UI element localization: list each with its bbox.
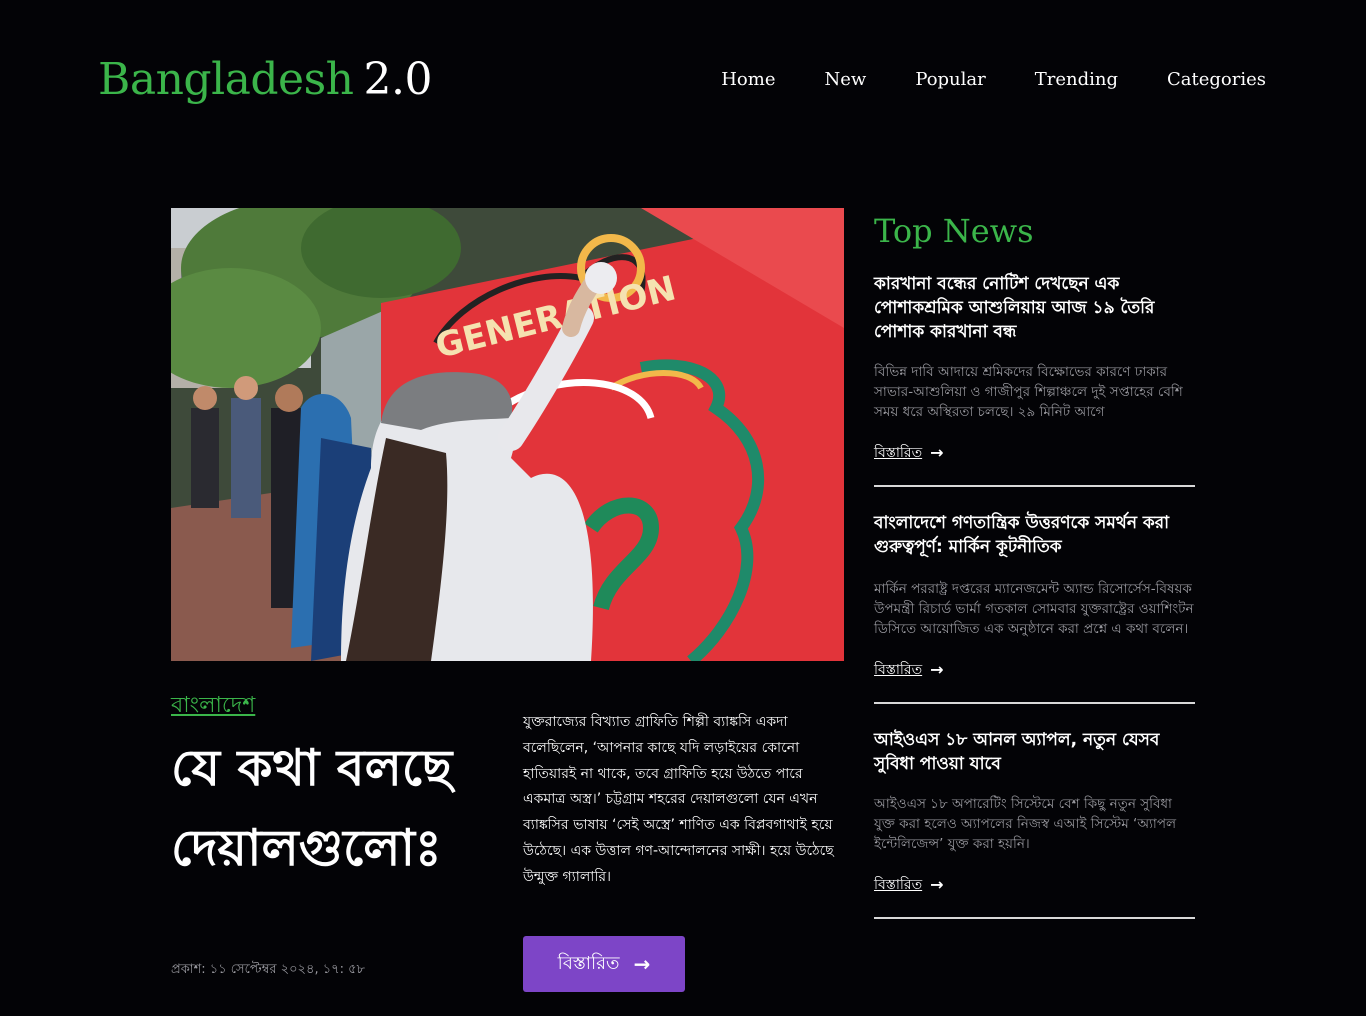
top-news-item-read-more[interactable]: বিস্তারিত → (874, 443, 944, 463)
site-header: Bangladesh 2.0 Home New Popular Trending … (0, 0, 1366, 160)
top-news-item-summary: আইওএস ১৮ অপারেটিং সিস্টেমে বেশ কিছু নতুন… (874, 796, 1177, 852)
nav-new[interactable]: New (825, 66, 867, 94)
top-news-item: আইওএস ১৮ আনল অ্যাপল, নতুন যেসব সুবিধা পা… (874, 728, 1195, 919)
arrow-right-icon: → (930, 660, 944, 679)
featured-headline[interactable]: যে কথা বলছে দেয়ালগুলোঃ (171, 728, 516, 888)
main-nav: Home New Popular Trending Categories (672, 66, 1266, 94)
read-more-label: বিস্তারিত (874, 662, 923, 678)
featured-read-more-label: বিস্তারিত (557, 952, 620, 974)
top-news-item-read-more[interactable]: বিস্তারিত → (874, 660, 944, 680)
arrow-right-icon: → (930, 443, 944, 462)
featured-category-link[interactable]: বাংলাদেশ (171, 690, 255, 722)
nav-trending[interactable]: Trending (1035, 66, 1118, 94)
arrow-right-icon: → (633, 952, 651, 976)
site-logo[interactable]: Bangladesh 2.0 (98, 52, 432, 108)
featured-excerpt: যুক্তরাজ্যের বিখ্যাত গ্রাফিতি শিল্পী ব্য… (523, 714, 834, 885)
featured-image[interactable]: GENERATION (171, 208, 844, 661)
top-news-item: কারখানা বন্ধের নোটিশ দেখছেন এক পোশাকশ্রম… (874, 272, 1195, 487)
featured-image-graphic: GENERATION (171, 208, 844, 661)
logo-secondary: 2.0 (363, 54, 433, 105)
nav-popular[interactable]: Popular (915, 66, 985, 94)
logo-primary: Bangladesh (98, 54, 354, 105)
top-news-item-title[interactable]: বাংলাদেশে গণতান্ত্রিক উত্তরণকে সমর্থন কর… (874, 511, 1195, 559)
arrow-right-icon: → (930, 875, 944, 894)
top-news-sidebar: Top News কারখানা বন্ধের নোটিশ দেখছেন এক … (874, 208, 1195, 919)
read-more-label: বিস্তারিত (874, 877, 923, 893)
top-news-item: বাংলাদেশে গণতান্ত্রিক উত্তরণকে সমর্থন কর… (874, 511, 1195, 704)
top-news-item-summary: মার্কিন পররাষ্ট্র দপ্তরের ম্যানেজমেন্ট অ… (874, 581, 1194, 637)
sidebar-title: Top News (874, 212, 1034, 250)
top-news-item-summary: বিভিন্ন দাবি আদায়ে শ্রমিকদের বিক্ষোভের … (874, 364, 1183, 420)
nav-home[interactable]: Home (721, 66, 775, 94)
read-more-label: বিস্তারিত (874, 445, 923, 461)
nav-categories[interactable]: Categories (1167, 66, 1266, 94)
featured-read-more-button[interactable]: বিস্তারিত → (523, 936, 685, 992)
featured-published-date: প্রকাশ: ১১ সেপ্টেম্বর ২০২৪, ১৭: ৫৮ (171, 962, 365, 977)
top-news-item-title[interactable]: কারখানা বন্ধের নোটিশ দেখছেন এক পোশাকশ্রম… (874, 272, 1195, 344)
top-news-item-read-more[interactable]: বিস্তারিত → (874, 875, 944, 895)
top-news-item-title[interactable]: আইওএস ১৮ আনল অ্যাপল, নতুন যেসব সুবিধা পা… (874, 728, 1195, 776)
